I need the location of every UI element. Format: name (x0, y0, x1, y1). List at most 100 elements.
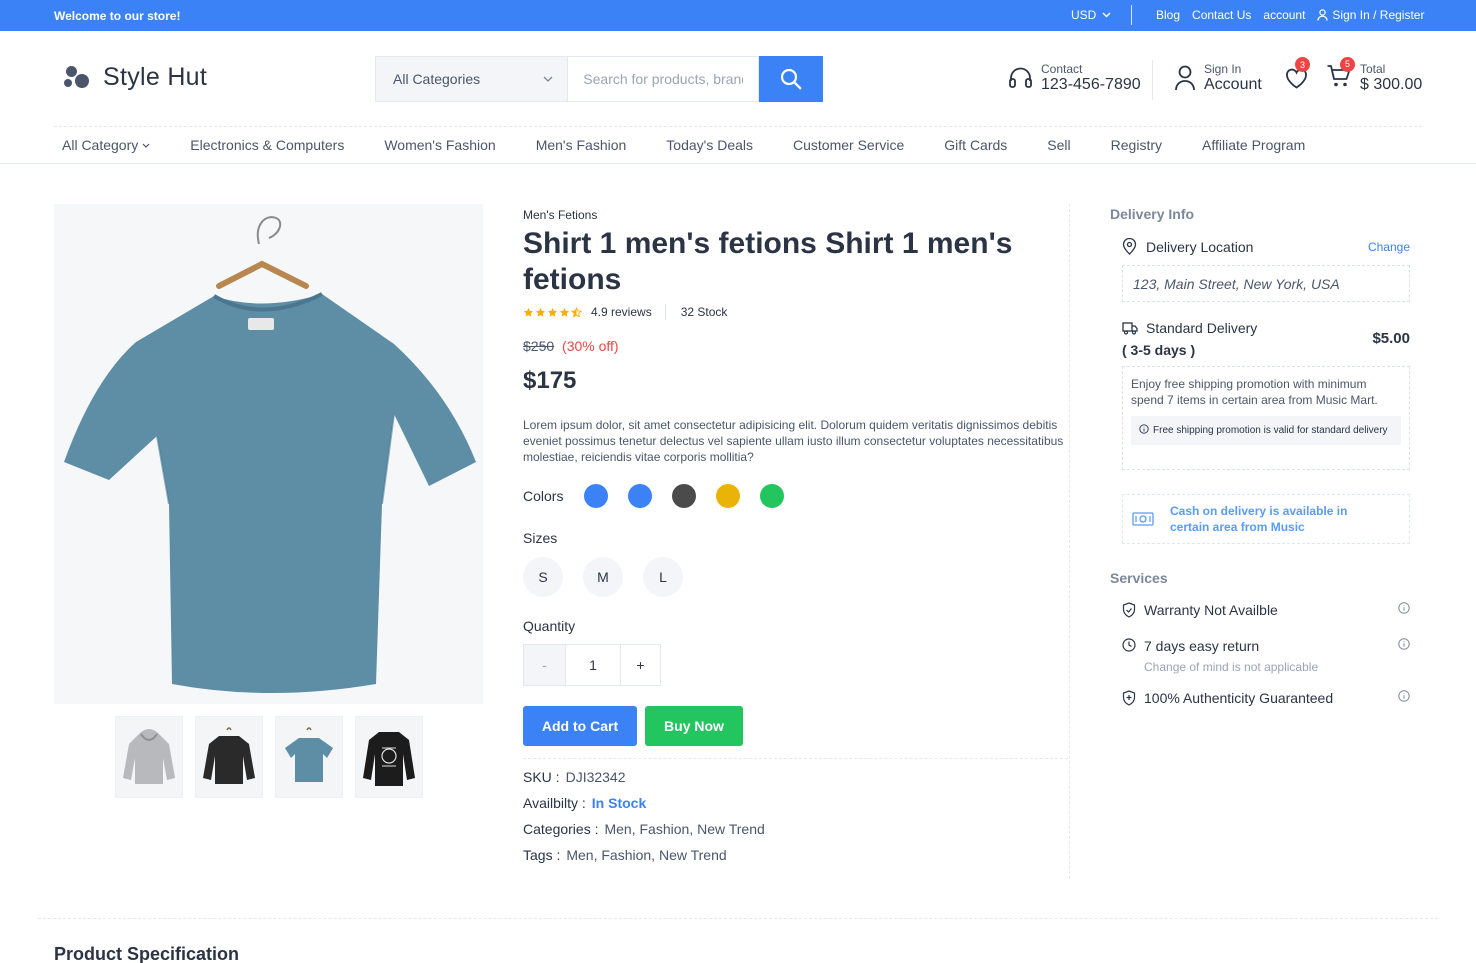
store-logo[interactable]: Style Hut (63, 62, 207, 92)
nav-item-gift-cards[interactable]: Gift Cards (944, 137, 1007, 153)
standard-delivery-fee: $5.00 (1372, 330, 1410, 347)
currency-label: USD (1071, 8, 1097, 22)
sizes-label: Sizes (523, 530, 558, 546)
color-swatch[interactable] (760, 484, 784, 508)
reviews-count[interactable]: 4.9 reviews (591, 305, 652, 319)
color-swatch[interactable] (716, 484, 740, 508)
product-specification-title: Product Specification (54, 944, 240, 963)
nav-all-category-label: All Category (62, 137, 139, 153)
free-shipping-promo: Enjoy free shipping promotion with minim… (1122, 366, 1410, 470)
tshirt-image (64, 216, 476, 693)
service-label: 7 days easy return (1144, 638, 1260, 654)
discount-label: (30% off) (562, 338, 619, 354)
cart-total-label: Total (1360, 62, 1386, 76)
tags-label: Tags : (523, 847, 561, 863)
nav-item-affiliate-program[interactable]: Affiliate Program (1202, 137, 1305, 153)
categories-value[interactable]: Men, Fashion, New Trend (604, 821, 764, 837)
stock-count: 32 Stock (680, 305, 728, 319)
divider (1152, 60, 1153, 100)
contact-phone: 123-456-7890 (1041, 76, 1141, 93)
price-old-row: $250 (30% off) (523, 338, 619, 354)
thumbnail-hoodie-grey[interactable] (115, 716, 183, 798)
wishlist-button[interactable]: 3 (1284, 57, 1310, 95)
info-icon[interactable] (1398, 690, 1410, 702)
colors-label: Colors (523, 488, 564, 504)
cash-icon (1132, 512, 1154, 526)
info-icon[interactable] (1398, 602, 1410, 614)
contact-widget[interactable]: Contact 123-456-7890 (1008, 62, 1141, 94)
change-location-link[interactable]: Change (1368, 240, 1410, 254)
sign-in-register-link[interactable]: Sign In / Register (1317, 8, 1424, 22)
thumbnail-sweatshirt-black-print[interactable] (355, 716, 423, 798)
size-option-l[interactable]: L (643, 557, 683, 597)
delivery-location-label: Delivery Location (1146, 238, 1254, 255)
search-button[interactable] (759, 56, 823, 102)
size-option-m[interactable]: M (583, 557, 623, 597)
standard-delivery-label: Standard Delivery (1146, 320, 1258, 336)
account-widget[interactable]: Sign In Account (1174, 62, 1262, 94)
star-icon (559, 307, 570, 317)
nav-item-customer-service[interactable]: Customer Service (793, 137, 904, 153)
rating-row: 4.9 reviews 32 Stock (523, 304, 727, 320)
hoodie-image (123, 729, 175, 784)
nav-item-electronics[interactable]: Electronics & Computers (190, 137, 344, 153)
size-option-s[interactable]: S (523, 557, 563, 597)
color-swatch[interactable] (672, 484, 696, 508)
user-icon (1175, 65, 1195, 91)
nav-item-sell[interactable]: Sell (1047, 137, 1070, 153)
thumbnail-tshirt-blue[interactable] (275, 716, 343, 798)
search-input[interactable] (567, 56, 760, 102)
product-title: Shirt 1 men's fetions Shirt 1 men's feti… (523, 227, 1013, 296)
quantity-stepper: - 1 + (523, 644, 661, 686)
nav-item-todays-deals[interactable]: Today's Deals (666, 137, 753, 153)
truck-icon (1122, 321, 1138, 335)
star-icon (535, 307, 546, 317)
tags-value[interactable]: Men, Fashion, New Trend (566, 847, 726, 863)
nav-item-womens-fashion[interactable]: Women's Fashion (384, 137, 495, 153)
clock-icon (1122, 638, 1136, 652)
currency-selector[interactable]: USD (1071, 8, 1111, 22)
nav-all-category[interactable]: All Category (62, 137, 150, 153)
nav-item-registry[interactable]: Registry (1111, 137, 1162, 153)
product-main-image[interactable] (54, 204, 483, 704)
product-category[interactable]: Men's Fetions (523, 208, 597, 222)
services-title: Services (1110, 570, 1168, 586)
account-sign-in-label: Sign In (1204, 62, 1242, 76)
delivery-info-title: Delivery Info (1110, 206, 1195, 222)
cart-icon-wrap: 5 (1326, 56, 1355, 94)
info-icon[interactable] (1398, 638, 1410, 650)
cart-total-value: $ 300.00 (1360, 76, 1423, 93)
contact-label: Contact (1041, 62, 1083, 76)
quantity-label: Quantity (523, 618, 576, 634)
color-swatch[interactable] (584, 484, 608, 508)
quantity-increment-button[interactable]: + (621, 645, 660, 685)
cart-widget[interactable]: 5 Total $ 300.00 (1326, 56, 1423, 94)
nav-item-mens-fashion[interactable]: Men's Fashion (536, 137, 627, 153)
wishlist-count-badge: 3 (1295, 57, 1310, 72)
section-divider (38, 918, 1438, 919)
service-label: Warranty Not Availble (1144, 602, 1278, 618)
quantity-value[interactable]: 1 (566, 645, 621, 685)
service-label: 100% Authenticity Guaranteed (1144, 690, 1334, 706)
sku-value: DJI32342 (565, 769, 626, 785)
color-swatch[interactable] (628, 484, 652, 508)
divider (1131, 5, 1132, 25)
user-icon (1317, 9, 1329, 21)
thumbnail-sweatshirt-black[interactable] (195, 716, 263, 798)
account-link[interactable]: account (1263, 8, 1305, 22)
quantity-decrement-button[interactable]: - (524, 645, 566, 685)
cash-on-delivery-note: Cash on delivery is available in certain… (1122, 494, 1410, 544)
nav-divider (0, 163, 1476, 164)
cart-count-badge: 5 (1340, 56, 1355, 72)
buy-now-button[interactable]: Buy Now (645, 706, 743, 746)
sweatshirt-image (203, 727, 255, 784)
search-bar: All Categories (375, 56, 823, 102)
contact-us-link[interactable]: Contact Us (1192, 8, 1251, 22)
color-swatches (584, 484, 784, 508)
category-select[interactable]: All Categories (375, 56, 568, 102)
add-to-cart-button[interactable]: Add to Cart (523, 706, 637, 746)
cod-text: Cash on delivery is available in certain… (1170, 504, 1348, 534)
blog-link[interactable]: Blog (1156, 8, 1180, 22)
star-icon (547, 307, 558, 317)
star-icon (523, 307, 534, 317)
